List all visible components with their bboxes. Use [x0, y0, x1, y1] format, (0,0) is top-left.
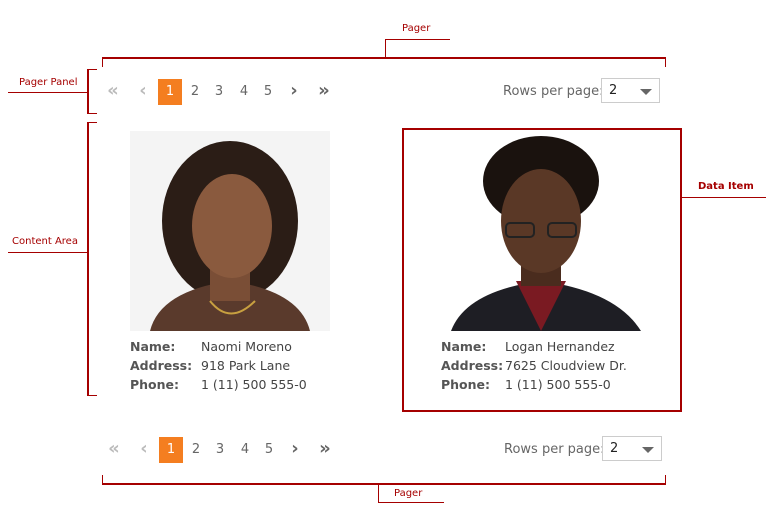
address-value: 918 Park Lane — [201, 358, 291, 373]
content-area-annotation: Content Area — [12, 236, 78, 247]
page-button-5[interactable]: 5 — [256, 79, 280, 105]
annotation-line — [378, 502, 444, 503]
name-value: Logan Hernandez — [505, 339, 615, 354]
address-label: Address: — [441, 358, 504, 373]
first-page-icon[interactable]: « — [102, 436, 126, 462]
dropdown-arrow-icon — [642, 447, 654, 453]
page-button-5[interactable]: 5 — [257, 437, 281, 463]
page-button-3[interactable]: 3 — [207, 79, 231, 105]
dropdown-arrow-icon — [640, 89, 652, 95]
page-button-1[interactable]: 1 — [158, 79, 182, 105]
phone-value: 1 (11) 500 555-0 — [505, 377, 611, 392]
rows-per-page-label: Rows per page: — [504, 442, 605, 457]
diagram: Pager Pager Panel « ‹ 1 2 3 4 5 › » Rows… — [0, 0, 774, 512]
rows-per-page-value: 2 — [609, 83, 618, 98]
name-label: Name: — [130, 339, 176, 354]
next-page-icon[interactable]: › — [283, 436, 307, 462]
rows-per-page-select[interactable]: 2 — [602, 436, 662, 461]
page-button-2[interactable]: 2 — [184, 437, 208, 463]
annotation-line — [681, 197, 766, 198]
annotation-line — [665, 57, 666, 67]
annotation-line — [87, 395, 97, 396]
pager-bracket-top — [102, 57, 666, 59]
annotation-line — [102, 475, 103, 484]
rows-per-page-label: Rows per page: — [503, 84, 604, 99]
pager-annotation-top: Pager — [402, 23, 431, 34]
page-button-3[interactable]: 3 — [208, 437, 232, 463]
page-button-2[interactable]: 2 — [183, 79, 207, 105]
annotation-line — [8, 92, 88, 93]
rows-per-page-value: 2 — [610, 441, 619, 456]
page-button-4[interactable]: 4 — [233, 437, 257, 463]
pager-panel-bracket — [87, 69, 89, 114]
annotation-line — [385, 39, 450, 40]
name-value: Naomi Moreno — [201, 339, 292, 354]
address-value: 7625 Cloudview Dr. — [505, 358, 627, 373]
prev-page-icon[interactable]: ‹ — [131, 78, 155, 104]
pager-annotation-bottom: Pager — [394, 488, 423, 499]
last-page-icon[interactable]: » — [312, 78, 336, 104]
annotation-line — [8, 252, 88, 253]
next-page-icon[interactable]: › — [282, 78, 306, 104]
phone-label: Phone: — [130, 377, 180, 392]
address-label: Address: — [130, 358, 193, 373]
last-page-icon[interactable]: » — [313, 436, 337, 462]
annotation-line — [385, 39, 386, 58]
page-button-4[interactable]: 4 — [232, 79, 256, 105]
photo-logan-hernandez — [441, 131, 641, 331]
annotation-line — [87, 69, 97, 70]
annotation-line — [378, 484, 379, 502]
rows-per-page-select[interactable]: 2 — [601, 78, 660, 103]
annotation-line — [665, 475, 666, 484]
annotation-line — [87, 122, 97, 123]
first-page-icon[interactable]: « — [101, 78, 125, 104]
annotation-line — [87, 113, 97, 114]
pager-panel-annotation: Pager Panel — [19, 77, 78, 88]
pager-bracket-bottom — [102, 483, 666, 485]
name-label: Name: — [441, 339, 487, 354]
prev-page-icon[interactable]: ‹ — [132, 436, 156, 462]
phone-value: 1 (11) 500 555-0 — [201, 377, 307, 392]
photo-naomi-moreno — [130, 131, 330, 331]
page-button-1[interactable]: 1 — [159, 437, 183, 463]
data-item-annotation: Data Item — [698, 181, 754, 192]
phone-label: Phone: — [441, 377, 491, 392]
content-area-bracket — [87, 122, 89, 396]
annotation-line — [102, 57, 103, 67]
